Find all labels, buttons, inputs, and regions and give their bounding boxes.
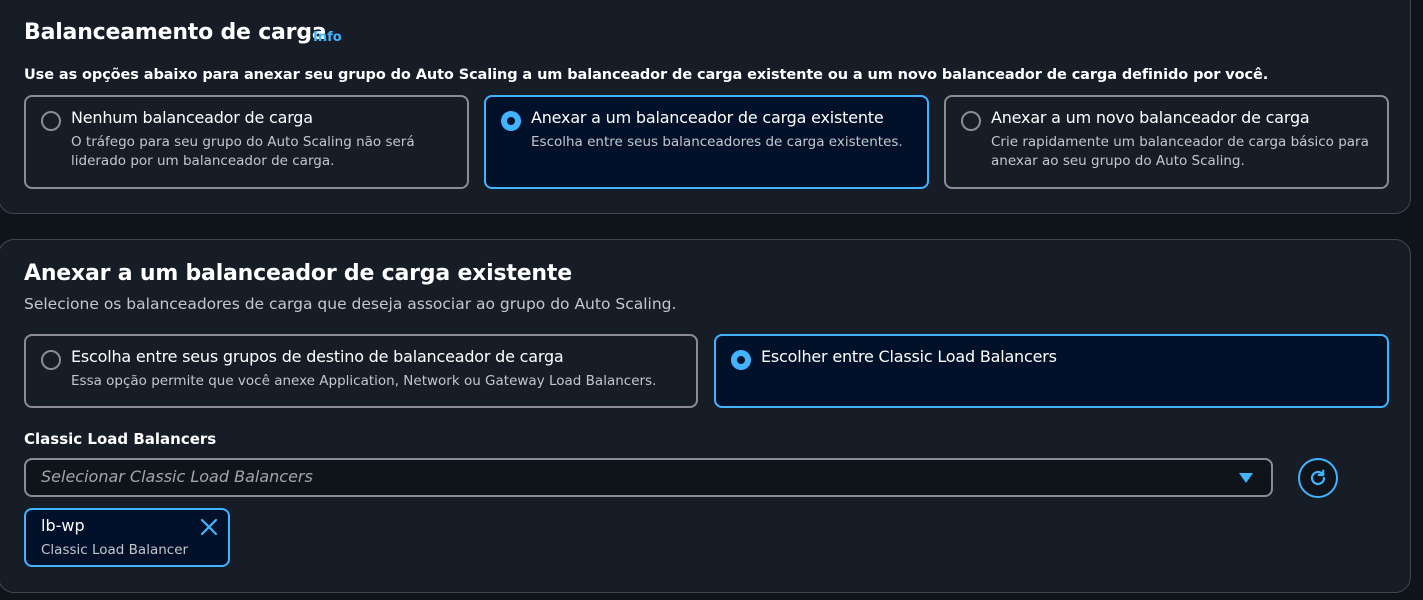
existing-lb-description: Selecione os balanceadores de carga que … xyxy=(24,295,677,313)
existing-lb-panel: Anexar a um balanceador de carga existen… xyxy=(0,239,1411,593)
load-balancing-panel: Balanceamento de carga Info Use as opçõe… xyxy=(0,0,1411,214)
info-link[interactable]: Info xyxy=(313,30,342,45)
option-description: Escolha entre seus balanceadores de carg… xyxy=(531,134,903,150)
classic-lb-field-label: Classic Load Balancers xyxy=(24,430,217,448)
option-classic-load-balancers[interactable]: Escolher entre Classic Load Balancers xyxy=(714,334,1389,408)
radio-icon[interactable] xyxy=(961,111,981,131)
radio-icon[interactable] xyxy=(731,350,751,370)
option-no-load-balancer[interactable]: Nenhum balanceador de carga O tráfego pa… xyxy=(24,95,469,189)
existing-lb-title: Anexar a um balanceador de carga existen… xyxy=(24,261,572,286)
option-attach-new-lb[interactable]: Anexar a um novo balanceador de carga Cr… xyxy=(944,95,1389,189)
option-title: Anexar a um balanceador de carga existen… xyxy=(531,108,884,127)
option-title: Nenhum balanceador de carga xyxy=(71,108,313,127)
option-target-groups[interactable]: Escolha entre seus grupos de destino de … xyxy=(24,334,698,408)
radio-icon[interactable] xyxy=(41,350,61,370)
select-placeholder: Selecionar Classic Load Balancers xyxy=(41,467,313,486)
option-title: Escolha entre seus grupos de destino de … xyxy=(71,347,564,366)
classic-lb-select[interactable]: Selecionar Classic Load Balancers xyxy=(24,458,1273,497)
option-description: O tráfego para seu grupo do Auto Scaling… xyxy=(71,134,415,169)
token-name: lb-wp xyxy=(41,516,85,535)
radio-icon[interactable] xyxy=(41,111,61,131)
close-icon[interactable] xyxy=(198,516,220,538)
selected-lb-token: lb-wp Classic Load Balancer xyxy=(24,508,230,567)
refresh-button[interactable] xyxy=(1298,458,1338,498)
token-type: Classic Load Balancer xyxy=(41,542,189,558)
option-attach-existing-lb[interactable]: Anexar a um balanceador de carga existen… xyxy=(484,95,929,189)
caret-down-icon xyxy=(1239,473,1253,483)
radio-icon[interactable] xyxy=(501,111,521,131)
option-description: Crie rapidamente um balanceador de carga… xyxy=(991,134,1369,169)
option-title: Escolher entre Classic Load Balancers xyxy=(761,347,1057,366)
option-description: Essa opção permite que você anexe Applic… xyxy=(71,373,657,389)
load-balancing-description: Use as opções abaixo para anexar seu gru… xyxy=(24,67,1269,83)
load-balancing-title: Balanceamento de carga xyxy=(24,20,327,45)
refresh-icon xyxy=(1310,469,1326,486)
option-title: Anexar a um novo balanceador de carga xyxy=(991,108,1310,127)
